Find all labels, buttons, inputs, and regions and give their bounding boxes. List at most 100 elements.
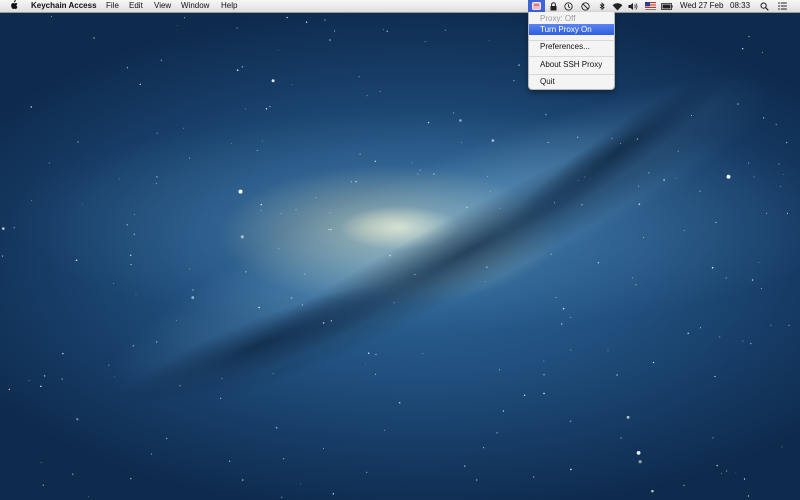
time-machine-icon[interactable] [563, 1, 573, 11]
ssh-proxy-dropdown-menu: Proxy: Off Turn Proxy On Preferences... … [528, 12, 615, 90]
clock-time[interactable]: 08:33 [730, 0, 750, 12]
us-flag-icon[interactable] [645, 1, 656, 11]
star [762, 117, 765, 119]
spotlight-icon[interactable] [759, 1, 769, 11]
star [113, 282, 115, 284]
menu-separator [529, 56, 614, 57]
star [2, 255, 4, 257]
star [643, 237, 645, 238]
app-name-menu[interactable]: Keychain Access [31, 0, 97, 12]
star [683, 484, 685, 487]
ssh-proxy-menu-extra[interactable] [528, 0, 545, 12]
apple-icon[interactable] [10, 0, 20, 12]
star [636, 138, 639, 140]
star [151, 453, 153, 455]
star [231, 143, 233, 145]
star [518, 64, 520, 66]
quit-item[interactable]: Quit [529, 76, 614, 87]
star [393, 302, 395, 304]
star [766, 212, 768, 214]
star [355, 180, 357, 183]
star [375, 353, 377, 356]
star [236, 27, 238, 29]
star [762, 51, 764, 53]
star [498, 369, 500, 371]
star [554, 202, 555, 204]
star [2, 227, 5, 230]
about-ssh-proxy-item[interactable]: About SSH Proxy [529, 59, 614, 70]
volume-icon[interactable] [628, 1, 638, 11]
star [129, 254, 132, 257]
star [93, 37, 95, 39]
star [236, 69, 239, 71]
turn-proxy-on-item[interactable]: Turn Proxy On [529, 24, 614, 35]
star [648, 172, 650, 174]
clock-date[interactable]: Wed 27 Feb [680, 0, 723, 12]
star [699, 327, 702, 329]
bluetooth-icon[interactable] [598, 1, 606, 11]
star [533, 476, 535, 478]
preferences-item[interactable]: Preferences... [529, 41, 614, 52]
notification-center-icon[interactable] [777, 1, 787, 11]
star [155, 341, 158, 343]
star [328, 229, 330, 231]
galaxy-wallpaper-art [2, 15, 790, 498]
star [8, 388, 10, 391]
star [444, 29, 446, 31]
star [261, 140, 263, 142]
star [770, 324, 772, 326]
menu-window[interactable]: Window [181, 0, 209, 12]
star [28, 380, 30, 381]
battery-icon[interactable] [661, 1, 673, 11]
star [330, 320, 332, 322]
star [461, 142, 462, 143]
star [322, 447, 324, 449]
star [543, 374, 545, 376]
menu-file[interactable]: File [106, 0, 119, 12]
star [737, 103, 739, 105]
star [699, 190, 701, 192]
star [577, 179, 579, 181]
menu-separator [529, 74, 614, 75]
star [778, 163, 780, 165]
star [189, 268, 191, 270]
star [192, 289, 194, 291]
star [427, 121, 430, 124]
star [751, 279, 754, 281]
star [561, 323, 563, 325]
menu-view[interactable]: View [154, 0, 171, 12]
star [502, 410, 505, 412]
star [265, 108, 268, 110]
star [433, 173, 435, 175]
star [179, 385, 181, 387]
do-not-disturb-icon[interactable] [580, 1, 590, 11]
menu-help[interactable]: Help [221, 0, 237, 12]
star [543, 392, 545, 395]
star [365, 363, 366, 365]
star [30, 106, 32, 108]
star [375, 373, 376, 375]
star [562, 307, 565, 310]
star [118, 178, 120, 180]
star [13, 227, 15, 229]
star [584, 176, 586, 178]
star [726, 174, 731, 179]
lock-icon[interactable] [549, 1, 557, 11]
star [275, 426, 278, 429]
star [716, 464, 718, 467]
star [135, 293, 137, 295]
star [272, 373, 274, 374]
star [488, 40, 490, 42]
desktop-wallpaper [0, 0, 800, 500]
star [238, 189, 243, 194]
star [419, 169, 421, 171]
ssh-proxy-icon [532, 1, 541, 11]
menu-edit[interactable]: Edit [129, 0, 143, 12]
star [555, 297, 557, 298]
wifi-icon[interactable] [611, 1, 623, 11]
star [597, 262, 600, 264]
star [499, 207, 501, 209]
star [411, 162, 413, 164]
star [719, 336, 721, 338]
star [126, 224, 128, 226]
